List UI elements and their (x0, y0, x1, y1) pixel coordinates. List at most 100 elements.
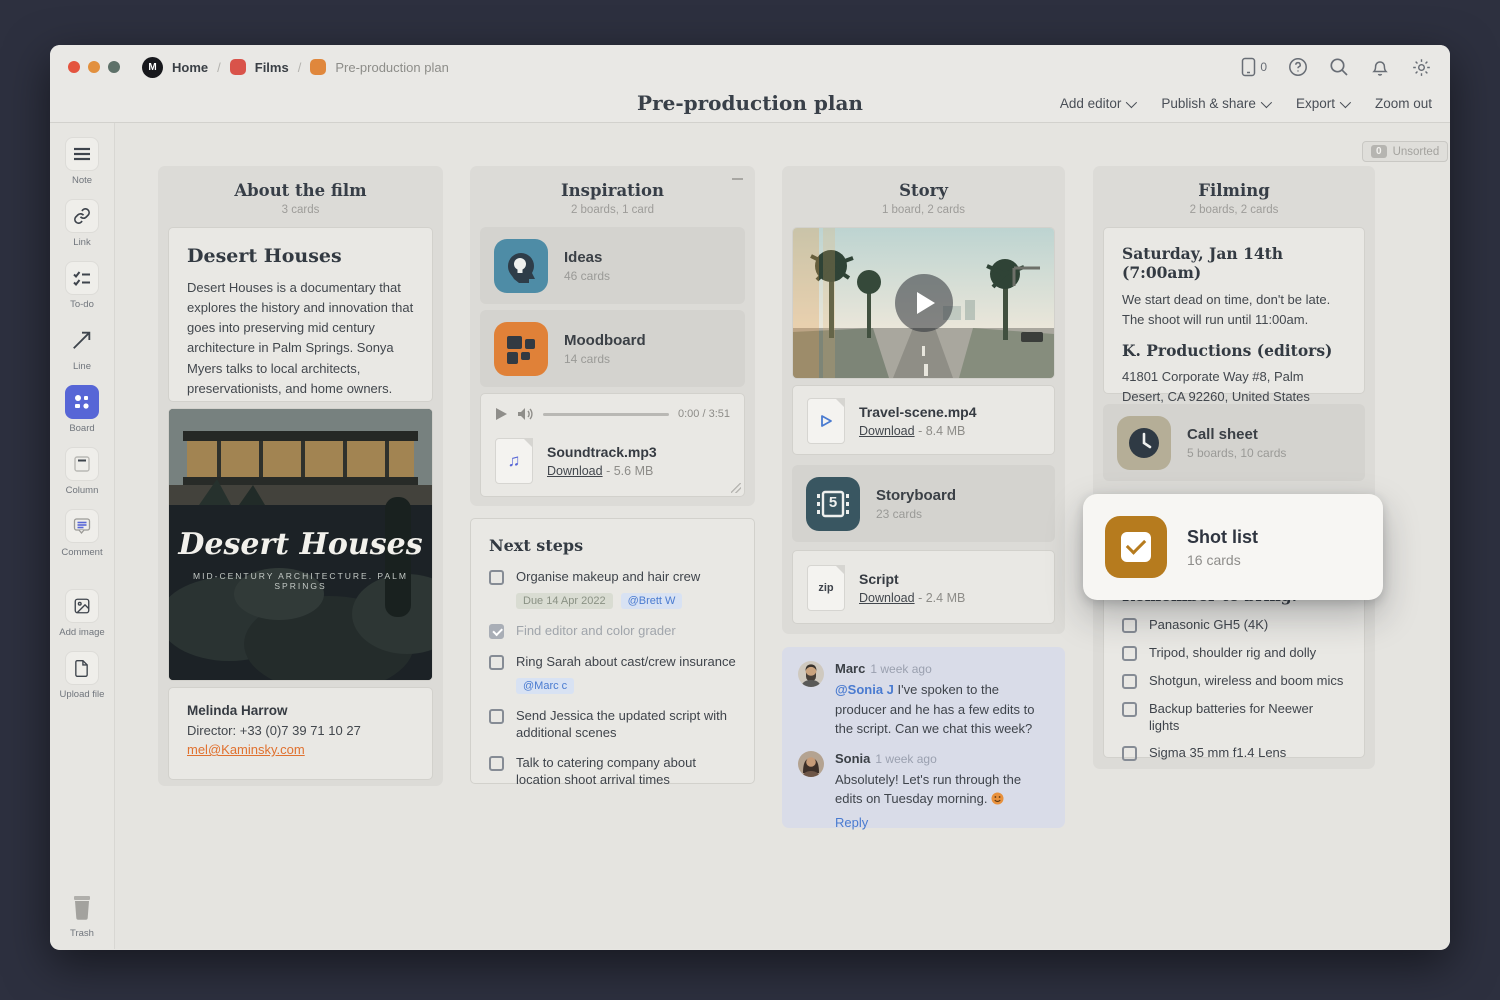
video-play-button[interactable] (894, 274, 953, 332)
reply-link[interactable]: Reply (835, 815, 868, 830)
todo-checkbox[interactable] (1122, 618, 1137, 633)
audio-time: 0:00 / 3:51 (678, 408, 730, 420)
column-count: 3 cards (281, 204, 320, 216)
films-board-icon (229, 59, 246, 75)
todo-item: Send Jessica the updated script with add… (489, 708, 736, 742)
assignee-pill[interactable]: @Marc c (516, 677, 575, 694)
note-card-schedule[interactable]: Saturday, Jan 14th (7:00am) We start dea… (1103, 227, 1365, 404)
column-filming[interactable]: Filming 2 boards, 2 cards Saturday, Jan … (1093, 166, 1375, 769)
help-icon[interactable] (1288, 57, 1308, 77)
board-item-storyboard[interactable]: 5 Storyboard 23 cards (792, 465, 1055, 542)
link-icon (74, 208, 90, 224)
todo-checkbox[interactable] (489, 756, 504, 772)
comment: Marc 1 week ago @Sonia J I've spoken to t… (798, 661, 1049, 739)
export-button[interactable]: Export (1296, 96, 1352, 111)
assignee-pill[interactable]: @Brett W (620, 592, 683, 609)
column-story[interactable]: Story 1 board, 2 cards Travel-scene.mp4 … (782, 166, 1065, 634)
todo-checkbox-checked[interactable] (489, 623, 504, 639)
audio-progress-bar[interactable] (543, 412, 669, 416)
download-link[interactable]: Download (547, 464, 603, 478)
schedule-body2: 41801 Corporate Way #8, Palm Desert, CA … (1122, 369, 1310, 405)
arrow-line-icon (73, 331, 91, 349)
mobile-devices-button[interactable]: 0 (1241, 57, 1267, 77)
board-item-call-sheet[interactable]: Call sheet 5 boards, 10 cards (1103, 404, 1365, 481)
tool-column[interactable]: Column (65, 447, 99, 496)
preproduction-board-icon (310, 59, 327, 75)
video-card[interactable] (792, 227, 1055, 379)
tool-upload-file[interactable]: Upload file (60, 651, 104, 700)
due-date-pill[interactable]: Due 14 Apr 2022 (516, 592, 613, 609)
board-item-shot-list-dragging[interactable]: Shot list 16 cards (1083, 494, 1383, 600)
column-title: Filming (1198, 181, 1270, 200)
breadcrumb-home[interactable]: Home (172, 60, 208, 75)
tool-link[interactable]: Link (65, 199, 99, 248)
todo-card-title: Next steps (489, 536, 584, 555)
column-icon (74, 456, 90, 472)
shot-list-title: Shot list (1187, 526, 1258, 547)
note-body: Desert Houses is a documentary that expl… (187, 280, 414, 396)
notifications-bell-icon[interactable] (1370, 57, 1390, 77)
mention-link[interactable]: @Sonia J (835, 682, 894, 697)
unsorted-tray-button[interactable]: 0 Unsorted (1362, 141, 1449, 162)
image-card-poster[interactable]: Desert Houses MID-CENTURY ARCHITECTURE. … (168, 408, 433, 681)
tool-line[interactable]: Line (65, 323, 99, 372)
todo-card-next-steps[interactable]: Next steps Organise makeup and hair crew… (470, 518, 755, 787)
todo-checkbox[interactable] (489, 570, 504, 585)
download-link[interactable]: Download (859, 424, 915, 438)
tool-add-image[interactable]: Add image (59, 589, 105, 638)
milanote-logo[interactable]: M (142, 56, 163, 78)
todo-checkbox[interactable] (1122, 673, 1137, 689)
column-collapse-handle[interactable] (732, 178, 743, 180)
todo-checkbox[interactable] (1122, 645, 1137, 661)
breadcrumb: Home / Films / Pre-production plan (172, 59, 449, 75)
todo-checkbox[interactable] (489, 654, 504, 670)
audio-card[interactable]: 0:00 / 3:51 ♫ Soundtrack.mp3 Download - … (480, 393, 745, 497)
minimize-window-button[interactable] (88, 61, 100, 73)
play-icon[interactable] (495, 407, 508, 421)
board-item-moodboard[interactable]: Moodboard 14 cards (480, 310, 745, 387)
note-card-desert-houses[interactable]: Desert Houses Desert Houses is a documen… (168, 227, 433, 402)
video-file-card[interactable]: Travel-scene.mp4 Download - 8.4 MB (792, 385, 1055, 455)
fullscreen-window-button[interactable] (108, 61, 120, 73)
add-editor-button[interactable]: Add editor (1060, 96, 1138, 111)
column-about-the-film[interactable]: About the film 3 cards Desert Houses Des… (158, 166, 443, 786)
close-window-button[interactable] (68, 61, 80, 73)
tool-board[interactable]: Board (65, 385, 99, 434)
volume-icon[interactable] (517, 407, 534, 421)
download-link[interactable]: Download (859, 591, 915, 605)
todo-item: Talk to catering company about location … (489, 755, 736, 789)
contact-phone: Director: +33 (0)7 39 71 10 27 (187, 723, 361, 738)
file-size: - 5.6 MB (606, 464, 654, 478)
chevron-down-icon (1339, 96, 1352, 108)
tool-trash[interactable]: Trash (65, 890, 99, 939)
settings-gear-icon[interactable] (1411, 57, 1432, 78)
script-file-name: Script (859, 571, 899, 587)
smiling-emoji (991, 792, 1004, 805)
comment-time: 1 week ago (875, 751, 937, 766)
tool-todo[interactable]: To-do (65, 261, 99, 310)
board-canvas[interactable]: 0 Unsorted About the film 3 cards Desert… (115, 123, 1450, 949)
window-titlebar: M Home / Films / Pre-production plan 0 (50, 45, 1450, 89)
tool-note[interactable]: Note (65, 137, 99, 186)
contact-card[interactable]: Melinda Harrow Director: +33 (0)7 39 71 … (168, 687, 433, 780)
resize-handle[interactable] (731, 483, 741, 493)
todo-checkbox[interactable] (1122, 701, 1137, 717)
column-count: 2 boards, 2 cards (1189, 204, 1279, 216)
column-title: About the film (234, 181, 367, 200)
comment-author: Sonia (835, 750, 871, 766)
contact-name: Melinda Harrow (187, 703, 288, 718)
column-inspiration[interactable]: Inspiration 2 boards, 1 card Ideas 46 car… (470, 166, 755, 506)
tool-comment[interactable]: Comment (61, 509, 103, 558)
todo-checkbox[interactable] (1122, 746, 1137, 762)
comments-card[interactable]: Marc 1 week ago @Sonia J I've spoken to t… (782, 647, 1065, 830)
breadcrumb-current: Pre-production plan (335, 59, 449, 75)
search-icon[interactable] (1329, 57, 1349, 77)
todo-checkbox[interactable] (489, 708, 504, 724)
publish-share-button[interactable]: Publish & share (1161, 96, 1273, 111)
file-icon (75, 659, 89, 677)
contact-email-link[interactable]: mel@Kaminsky.com (187, 742, 305, 757)
zoom-out-button[interactable]: Zoom out (1375, 96, 1432, 111)
board-item-ideas[interactable]: Ideas 46 cards (480, 227, 745, 304)
script-file-card[interactable]: zip Script Download - 2.4 MB (792, 550, 1055, 624)
breadcrumb-films[interactable]: Films (255, 60, 289, 75)
